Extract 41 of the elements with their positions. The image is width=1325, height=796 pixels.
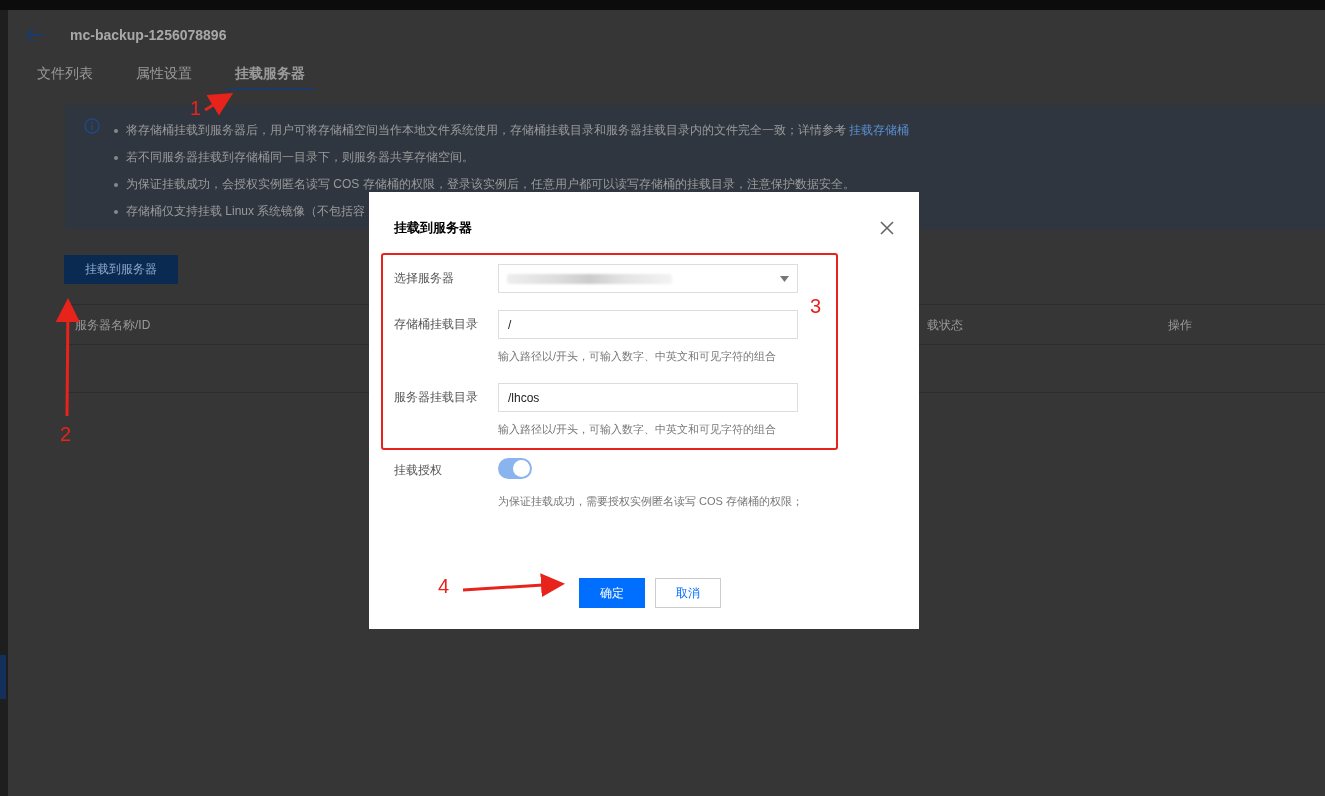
annotation-number: 1: [190, 98, 202, 118]
field-label: 选择服务器: [394, 270, 455, 287]
notice-text: 将存储桶挂载到服务器后，用户可将存储桶空间当作本地文件系统使用，存储桶挂载目录和服务器挂载目录内的文件完全一致；详情参考 挂载存储桶: [126, 122, 910, 139]
tab[interactable]: 文件列表: [28, 60, 102, 90]
annotation-number: 2: [60, 424, 72, 444]
server-select[interactable]: [498, 264, 798, 293]
confirm-button[interactable]: 确定: [579, 578, 645, 608]
field-hint: 输入路径以/开头，可输入数字、中英文和可见字符的组合: [498, 422, 778, 437]
field-hint: 输入路径以/开头，可输入数字、中英文和可见字符的组合: [498, 349, 778, 364]
tab[interactable]: 属性设置: [127, 60, 201, 90]
caret-icon: [780, 275, 789, 282]
field-label: 存储桶挂载目录: [394, 316, 479, 333]
notice-text: 若不同服务器挂载到存储桶同一目录下，则服务器共享存储空间。: [126, 149, 474, 166]
bullet-icon: [114, 155, 118, 160]
mount-to-server-button[interactable]: 挂载到服务器: [64, 255, 178, 284]
docs-link[interactable]: 挂载存储桶: [849, 123, 910, 137]
close-icon[interactable]: [880, 221, 894, 235]
bucket-title: mc-backup-1256078896: [70, 27, 227, 43]
sidebar-marker: [0, 655, 6, 699]
annotation-number: 4: [438, 576, 450, 596]
tab[interactable]: 挂载服务器: [226, 60, 314, 90]
input-field[interactable]: /: [498, 310, 798, 339]
bullet-icon: [114, 182, 118, 187]
column-header: 操作: [1168, 317, 1192, 334]
cancel-button[interactable]: 取消: [655, 578, 721, 608]
back-arrow-icon[interactable]: [26, 28, 44, 42]
column-header: 服务器名称/ID: [75, 317, 151, 334]
dialog-title: 挂载到服务器: [394, 219, 472, 237]
input-field[interactable]: /lhcos: [498, 383, 798, 412]
column-header: 载状态: [927, 317, 963, 334]
field-hint: 为保证挂载成功，需要授权实例匿名读写 COS 存储桶的权限；: [498, 494, 803, 509]
bullet-icon: [114, 128, 118, 133]
bullet-icon: [114, 209, 118, 214]
annotation-arrow: [204, 92, 234, 116]
notice-text: 存储桶仅支持挂载 Linux 系统镜像（不包括容: [126, 203, 366, 220]
notice-text: 为保证挂载成功，会授权实例匿名读写 COS 存储桶的权限，登录该实例后，任意用户都可以读写存储桶的挂载目录，注意保护数据安全。: [126, 176, 855, 193]
field-label: 挂载授权: [394, 462, 443, 479]
toggle-switch[interactable]: [498, 458, 532, 479]
annotation-number: 3: [810, 296, 822, 316]
field-label: 服务器挂载目录: [394, 389, 479, 406]
info-icon: [84, 118, 100, 134]
